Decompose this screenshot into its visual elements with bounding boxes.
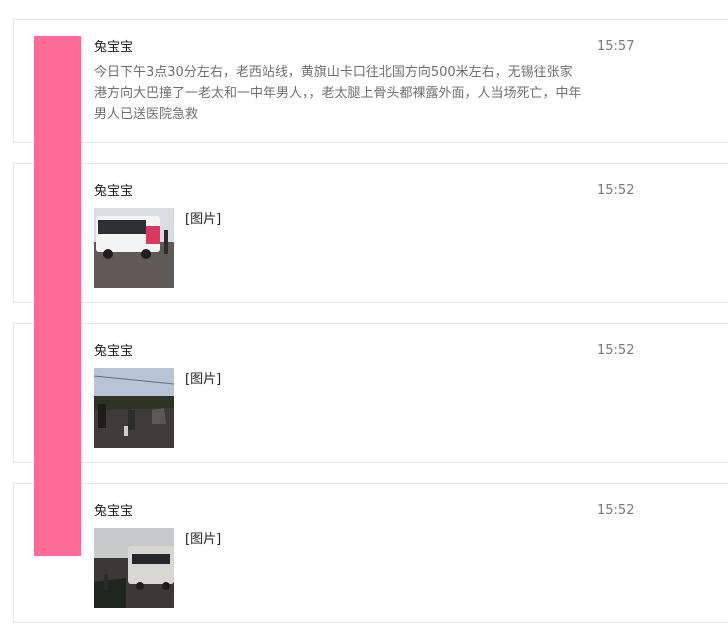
message-time: 15:57 — [597, 39, 635, 54]
image-label: [图片] — [185, 532, 222, 547]
sender-name: 兔宝宝 — [94, 184, 134, 199]
message-time: 15:52 — [597, 343, 635, 358]
street-photo-icon[interactable] — [94, 368, 174, 448]
image-label: [图片] — [185, 372, 222, 387]
message-list-page: 兔宝宝 15:57 今日下午3点30分左右，老西站线，黄旗山卡口往北国方向500… — [0, 0, 728, 639]
message-card[interactable]: 兔宝宝 15:57 今日下午3点30分左右，老西站线，黄旗山卡口往北国方向500… — [13, 19, 728, 143]
message-time: 15:52 — [597, 183, 635, 198]
image-label: [图片] — [185, 212, 222, 227]
bus-photo-icon[interactable] — [94, 208, 174, 288]
bus-dusk-photo-icon[interactable] — [94, 528, 174, 608]
sender-name: 兔宝宝 — [94, 40, 134, 55]
message-card[interactable]: 兔宝宝 15:52 [图片] — [13, 323, 728, 463]
message-text: 今日下午3点30分左右，老西站线，黄旗山卡口往北国方向500米左右，无锡往张家港… — [94, 65, 582, 122]
message-time: 15:52 — [597, 503, 635, 518]
avatar-highlight-band — [34, 36, 81, 556]
sender-name: 兔宝宝 — [94, 344, 134, 359]
sender-name: 兔宝宝 — [94, 504, 134, 519]
message-card[interactable]: 兔宝宝 15:52 [图片] — [13, 483, 728, 623]
message-card[interactable]: 兔宝宝 15:52 [图片] — [13, 163, 728, 303]
